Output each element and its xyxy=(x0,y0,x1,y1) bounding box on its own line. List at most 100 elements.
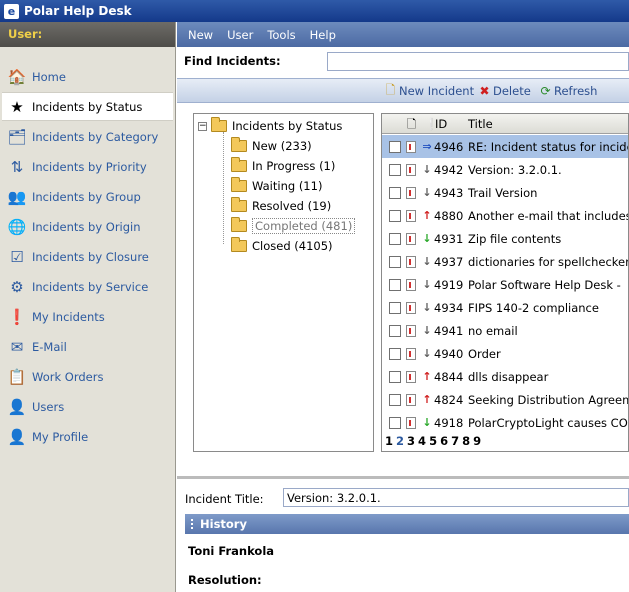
sidebar-item-label: Work Orders xyxy=(32,369,104,384)
row-checkbox[interactable] xyxy=(389,232,401,245)
tree-node-label: In Progress (1) xyxy=(252,159,336,173)
sidebar-item-label: Incidents by Service xyxy=(32,279,149,294)
collapse-icon[interactable]: − xyxy=(198,121,207,131)
table-row[interactable]: ↓ 4943 Trail Version xyxy=(382,181,628,204)
sidebar-item-incidents-by-origin[interactable]: 🌐 Incidents by Origin xyxy=(2,212,173,241)
sidebar-item-incidents-by-closure[interactable]: ☑ Incidents by Closure xyxy=(2,242,173,271)
table-row[interactable]: ↑ 4844 dlls disappear xyxy=(382,365,628,388)
priority-low-icon: ↓ xyxy=(422,416,432,429)
tree-root[interactable]: − Incidents by Status xyxy=(198,117,342,135)
incident-id: 4824 xyxy=(434,392,464,407)
document-icon xyxy=(406,140,416,153)
incident-id: 4934 xyxy=(434,300,464,315)
page-5-link[interactable]: 5 xyxy=(429,434,437,448)
table-row[interactable]: ↓ 4919 Polar Software Help Desk - xyxy=(382,273,628,296)
incident-title: dlls disappear xyxy=(468,369,549,384)
table-row[interactable]: ↑ 4880 Another e-mail that includes xyxy=(382,204,628,227)
sidebar-item-my-incidents[interactable]: ❗ My Incidents xyxy=(2,302,173,331)
incident-title-field[interactable]: Version: 3.2.0.1. xyxy=(283,488,629,507)
sidebar-item-incidents-by-service[interactable]: ⚙ Incidents by Service xyxy=(2,272,173,301)
user-label: User: xyxy=(0,22,175,47)
tree-connector xyxy=(223,132,224,244)
folder-icon xyxy=(231,197,247,212)
document-icon xyxy=(406,186,416,199)
sidebar-item-incidents-by-status[interactable]: ★ Incidents by Status xyxy=(2,92,173,121)
new-incident-button[interactable]: 🗋 New Incident xyxy=(384,83,474,99)
row-checkbox[interactable] xyxy=(389,255,401,268)
profile-icon: 👤 xyxy=(7,427,27,446)
history-label: History xyxy=(200,517,247,531)
table-row[interactable]: ↓ 4942 Version: 3.2.0.1. xyxy=(382,158,628,181)
table-row[interactable]: ↑ 4824 Seeking Distribution Agreem xyxy=(382,388,628,411)
sidebar-item-e-mail[interactable]: ✉ E-Mail xyxy=(2,332,173,361)
delete-button[interactable]: ✖ Delete xyxy=(478,84,530,98)
id-column-header[interactable]: ID xyxy=(435,117,447,131)
menu-user[interactable]: User xyxy=(227,28,253,42)
row-checkbox[interactable] xyxy=(389,393,401,406)
title-column-header[interactable]: Title xyxy=(468,117,493,131)
find-incidents-input[interactable] xyxy=(327,52,629,71)
page-1-link[interactable]: 1 xyxy=(385,434,393,448)
table-row[interactable]: ↓ 4918 PolarCryptoLight causes CO xyxy=(382,411,628,434)
sidebar-item-incidents-by-category[interactable]: 🗂 Incidents by Category xyxy=(2,122,173,151)
attachment-column-icon: 🗋 xyxy=(407,117,417,131)
row-checkbox[interactable] xyxy=(389,140,401,153)
sidebar-item-label: My Profile xyxy=(32,429,89,444)
page-6-link[interactable]: 6 xyxy=(440,434,448,448)
history-header[interactable]: History xyxy=(185,514,629,534)
incident-id: 4937 xyxy=(434,254,464,269)
row-checkbox[interactable] xyxy=(389,416,401,429)
sidebar-item-my-profile[interactable]: 👤 My Profile xyxy=(2,422,173,451)
tree-node-new[interactable]: New (233) xyxy=(231,137,312,155)
table-row[interactable]: ↓ 4941 no email xyxy=(382,319,628,342)
table-row[interactable]: ↓ 4931 Zip file contents xyxy=(382,227,628,250)
tree-node-resolved[interactable]: Resolved (19) xyxy=(231,197,331,215)
table-row[interactable]: ↓ 4934 FIPS 140-2 compliance xyxy=(382,296,628,319)
tree-node-in-progress[interactable]: In Progress (1) xyxy=(231,157,335,175)
incident-title: Polar Software Help Desk - xyxy=(468,277,621,292)
folder-icon xyxy=(211,117,227,132)
tree-node-closed[interactable]: Closed (4105) xyxy=(231,237,333,255)
row-checkbox[interactable] xyxy=(389,301,401,314)
incident-title: no email xyxy=(468,323,518,338)
grid-header: 🗋 ❕ ID Title xyxy=(382,114,628,134)
user-icon: 👤 xyxy=(7,397,27,416)
sidebar-item-incidents-by-priority[interactable]: ⇅ Incidents by Priority xyxy=(2,152,173,181)
table-row[interactable]: ↓ 4940 Order xyxy=(382,342,628,365)
table-row[interactable]: ↓ 4937 dictionaries for spellchecker xyxy=(382,250,628,273)
sidebar-item-work-orders[interactable]: 📋 Work Orders xyxy=(2,362,173,391)
sidebar-item-incidents-by-group[interactable]: 👥 Incidents by Group xyxy=(2,182,173,211)
row-checkbox[interactable] xyxy=(389,347,401,360)
document-icon xyxy=(406,278,416,291)
exclamation-icon: ❗ xyxy=(7,307,27,326)
tree-node-completed[interactable]: Completed (481) xyxy=(231,217,356,235)
folder-icon xyxy=(231,137,247,152)
row-checkbox[interactable] xyxy=(389,186,401,199)
sidebar-item-label: Incidents by Priority xyxy=(32,159,147,174)
menu-new[interactable]: New xyxy=(188,28,213,42)
incident-id: 4940 xyxy=(434,346,464,361)
incident-title: FIPS 140-2 compliance xyxy=(468,300,599,315)
page-8-link[interactable]: 8 xyxy=(462,434,470,448)
page-9-link[interactable]: 9 xyxy=(473,434,481,448)
row-checkbox[interactable] xyxy=(389,278,401,291)
window-title-bar: e Polar Help Desk xyxy=(0,0,629,22)
table-row[interactable]: ⇒ 4946 RE: Incident status for incide xyxy=(382,135,628,158)
sidebar-item-label: Home xyxy=(32,69,66,84)
menu-tools[interactable]: Tools xyxy=(267,28,295,42)
tree-node-label: Waiting (11) xyxy=(252,179,323,193)
sidebar-item-users[interactable]: 👤 Users xyxy=(2,392,173,421)
page-2-link[interactable]: 2 xyxy=(396,434,404,448)
sidebar-item-home[interactable]: 🏠 Home xyxy=(2,62,173,91)
menu-help[interactable]: Help xyxy=(310,28,336,42)
refresh-button[interactable]: ⟳ Refresh xyxy=(539,84,597,98)
tree-node-waiting[interactable]: Waiting (11) xyxy=(231,177,322,195)
row-checkbox[interactable] xyxy=(389,163,401,176)
priority-high-icon: ↑ xyxy=(422,370,432,383)
page-3-link[interactable]: 3 xyxy=(407,434,415,448)
row-checkbox[interactable] xyxy=(389,370,401,383)
page-4-link[interactable]: 4 xyxy=(418,434,426,448)
row-checkbox[interactable] xyxy=(389,324,401,337)
page-7-link[interactable]: 7 xyxy=(451,434,459,448)
row-checkbox[interactable] xyxy=(389,209,401,222)
